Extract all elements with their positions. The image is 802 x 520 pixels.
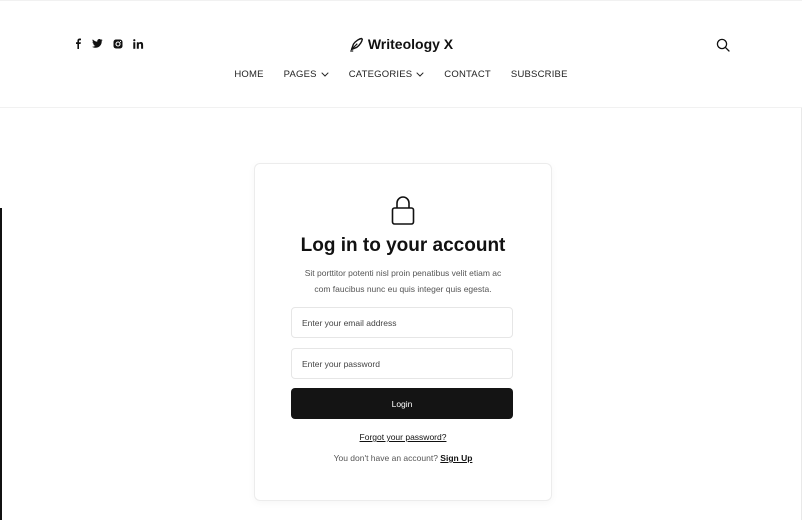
search-icon[interactable] <box>716 38 730 57</box>
nav-contact[interactable]: CONTACT <box>444 69 491 80</box>
login-button[interactable]: Login <box>291 388 513 419</box>
site-header: Writeology X HOME PAGES CATEGORIES CONTA… <box>0 0 802 108</box>
login-button-label: Login <box>391 398 413 409</box>
site-logo[interactable]: Writeology X <box>0 36 802 55</box>
password-field[interactable]: Enter your password <box>291 348 513 379</box>
signup-prompt-text: You don't have an account? <box>333 453 438 463</box>
email-field[interactable]: Enter your email address <box>291 307 513 338</box>
signup-link[interactable]: Sign Up <box>440 453 472 463</box>
left-border <box>0 208 2 520</box>
nav-categories[interactable]: CATEGORIES <box>349 69 425 80</box>
lock-icon <box>390 194 416 231</box>
nav-subscribe[interactable]: SUBSCRIBE <box>511 69 568 80</box>
login-subtitle: Sit porttitor potenti nisl proin penatib… <box>279 265 527 297</box>
subtitle-line-1: Sit porttitor potenti nisl proin penatib… <box>304 268 502 278</box>
login-card: Log in to your account Sit porttitor pot… <box>254 163 552 501</box>
pen-icon <box>349 37 364 55</box>
brand-name: Writeology X <box>367 36 454 52</box>
login-title: Log in to your account <box>300 235 506 256</box>
nav-home[interactable]: HOME <box>234 69 263 80</box>
nav-pages[interactable]: PAGES <box>284 69 329 80</box>
chevron-down-icon <box>321 72 329 77</box>
main-nav: HOME PAGES CATEGORIES CONTACT SUBSCRIBE <box>0 69 802 80</box>
subtitle-line-2: com faucibus nunc eu quis integer quis e… <box>314 284 492 294</box>
signup-prompt: You don't have an account? Sign Up <box>255 453 551 463</box>
forgot-password-link[interactable]: Forgot your password? <box>255 432 551 442</box>
password-placeholder: Enter your password <box>302 358 380 369</box>
email-placeholder: Enter your email address <box>302 317 397 328</box>
chevron-down-icon <box>416 72 424 77</box>
